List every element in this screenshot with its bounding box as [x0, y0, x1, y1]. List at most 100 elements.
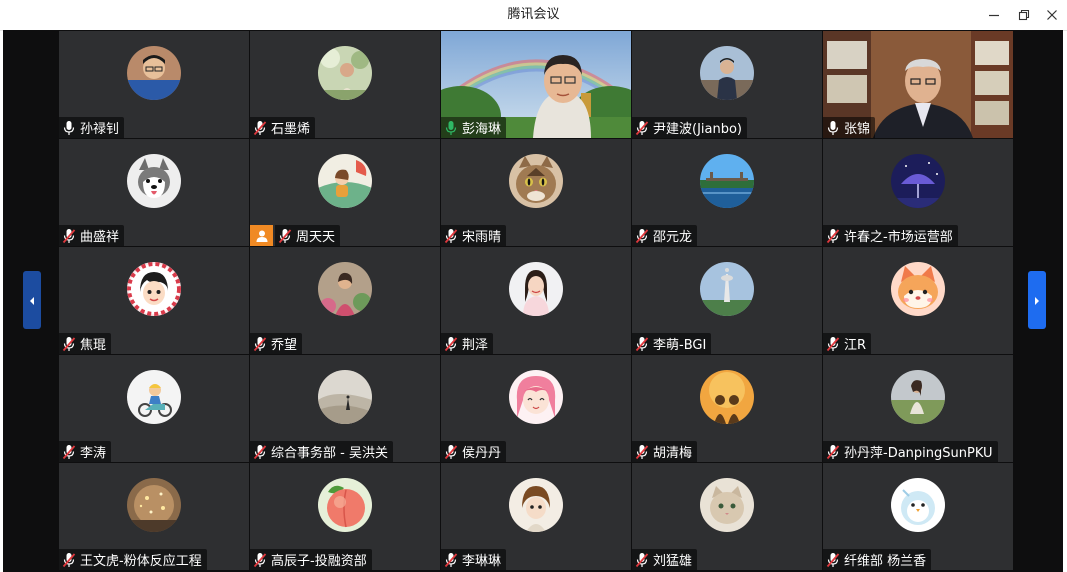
mic-muted-icon	[253, 552, 271, 568]
participant-nameplate: 江R	[823, 333, 872, 354]
participant-avatar	[509, 478, 563, 532]
participant-avatar	[891, 262, 945, 316]
mic-muted-icon	[635, 228, 653, 244]
participant-tile[interactable]: 荆泽	[441, 247, 631, 354]
participant-avatar	[318, 370, 372, 424]
participant-name: 李琳琳	[462, 554, 502, 569]
participant-tile[interactable]: 孙禄钊	[59, 31, 249, 138]
participant-name: 刘猛雄	[653, 554, 693, 569]
mic-muted-icon	[253, 336, 271, 352]
participant-name: 宋雨晴	[462, 230, 502, 245]
participant-tile[interactable]: 李琳琳	[441, 463, 631, 570]
participant-tile[interactable]: 胡清梅	[632, 355, 822, 462]
mic-muted-icon	[62, 336, 80, 352]
participant-avatar	[318, 478, 372, 532]
participant-tile[interactable]: 江R	[823, 247, 1013, 354]
participant-tile[interactable]: 许春之-市场运营部	[823, 139, 1013, 246]
participant-avatar	[318, 46, 372, 100]
participant-grid: 孙禄钊 石墨烯 彭海琳 尹建波(Jianbo) 张锦曲盛祥 周天天 宋雨晴 邵元龙 许春之-市场…	[59, 31, 1015, 571]
participant-tile[interactable]: 彭海琳	[441, 31, 631, 138]
participant-tile[interactable]: 孙丹萍-DanpingSunPKU	[823, 355, 1013, 462]
participant-nameplate: 荆泽	[441, 333, 494, 354]
mic-muted-icon	[444, 444, 462, 460]
chevron-left-icon	[28, 291, 36, 310]
participant-name: 王文虎-粉体反应工程	[80, 554, 202, 569]
participant-tile[interactable]: 高辰子-投融资部	[250, 463, 440, 570]
mic-muted-icon	[253, 444, 271, 460]
participant-nameplate: 周天天	[275, 225, 341, 246]
participant-avatar	[891, 154, 945, 208]
participant-name: 孙丹萍-DanpingSunPKU	[844, 446, 993, 461]
close-button[interactable]	[1041, 5, 1063, 25]
participant-tile[interactable]: 刘猛雄	[632, 463, 822, 570]
participant-tile[interactable]: 侯丹丹	[441, 355, 631, 462]
participant-tile[interactable]: 综合事务部 - 吴洪关	[250, 355, 440, 462]
participant-avatar	[891, 478, 945, 532]
participant-nameplate: 邵元龙	[632, 225, 698, 246]
participant-name: 石墨烯	[271, 122, 311, 137]
participant-name: 张锦	[844, 122, 871, 137]
participant-avatar	[318, 262, 372, 316]
participant-nameplate: 侯丹丹	[441, 441, 507, 462]
participant-name: 焦琨	[80, 338, 107, 353]
participant-nameplate: 许春之-市场运营部	[823, 225, 958, 246]
mic-muted-icon	[62, 228, 80, 244]
participant-name: 纤维部 杨兰香	[844, 554, 927, 569]
participant-tile[interactable]: 王文虎-粉体反应工程	[59, 463, 249, 570]
participant-nameplate: 王文虎-粉体反应工程	[59, 549, 207, 570]
minimize-icon	[988, 9, 1000, 21]
participant-tile[interactable]: 邵元龙	[632, 139, 822, 246]
mic-muted-icon	[826, 444, 844, 460]
participant-tile[interactable]: 石墨烯	[250, 31, 440, 138]
participant-tile[interactable]: 周天天	[250, 139, 440, 246]
restore-icon	[1018, 9, 1030, 21]
chevron-right-icon	[1033, 291, 1041, 310]
participant-name: 胡清梅	[653, 446, 693, 461]
participant-name: 李萌-BGI	[653, 338, 707, 353]
restore-button[interactable]	[1013, 5, 1035, 25]
mic-muted-icon	[826, 228, 844, 244]
participant-tile[interactable]: 李萌-BGI	[632, 247, 822, 354]
participant-nameplate: 乔望	[250, 333, 303, 354]
participant-tile[interactable]: 焦琨	[59, 247, 249, 354]
mic-muted-icon	[635, 336, 653, 352]
participant-name: 综合事务部 - 吴洪关	[271, 446, 388, 461]
participant-name: 乔望	[271, 338, 298, 353]
participant-nameplate: 张锦	[823, 117, 876, 138]
participant-name: 高辰子-投融资部	[271, 554, 367, 569]
prev-page-button[interactable]	[23, 271, 41, 329]
participant-nameplate: 高辰子-投融资部	[250, 549, 372, 570]
participant-avatar	[127, 478, 181, 532]
title-bar: 腾讯会议	[0, 0, 1067, 31]
participant-name: 彭海琳	[462, 122, 502, 137]
participant-nameplate: 彭海琳	[441, 117, 507, 138]
participant-tile[interactable]: 曲盛祥	[59, 139, 249, 246]
participant-avatar	[700, 478, 754, 532]
participant-nameplate: 孙丹萍-DanpingSunPKU	[823, 441, 998, 462]
mic-muted-icon	[62, 444, 80, 460]
participant-tile[interactable]: 尹建波(Jianbo)	[632, 31, 822, 138]
participant-name: 许春之-市场运营部	[844, 230, 953, 245]
next-page-button[interactable]	[1028, 271, 1046, 329]
mic-muted-icon	[635, 444, 653, 460]
participant-tile[interactable]: 纤维部 杨兰香	[823, 463, 1013, 570]
mic-muted-icon	[635, 120, 653, 136]
minimize-button[interactable]	[983, 5, 1005, 25]
participant-avatar	[127, 154, 181, 208]
participant-tile[interactable]: 宋雨晴	[441, 139, 631, 246]
mic-muted-icon	[826, 552, 844, 568]
mic-speaking-icon	[444, 120, 462, 136]
window-title: 腾讯会议	[507, 7, 560, 22]
participant-nameplate: 综合事务部 - 吴洪关	[250, 441, 393, 462]
participant-name: 尹建波(Jianbo)	[653, 122, 743, 137]
participant-avatar	[318, 154, 372, 208]
participant-tile[interactable]: 张锦	[823, 31, 1013, 138]
participant-name: 侯丹丹	[462, 446, 502, 461]
participant-nameplate: 李萌-BGI	[632, 333, 712, 354]
participant-avatar	[127, 262, 181, 316]
participant-tile[interactable]: 乔望	[250, 247, 440, 354]
participant-nameplate: 尹建波(Jianbo)	[632, 117, 748, 138]
mic-muted-icon	[444, 228, 462, 244]
participant-avatar	[700, 370, 754, 424]
participant-tile[interactable]: 李涛	[59, 355, 249, 462]
